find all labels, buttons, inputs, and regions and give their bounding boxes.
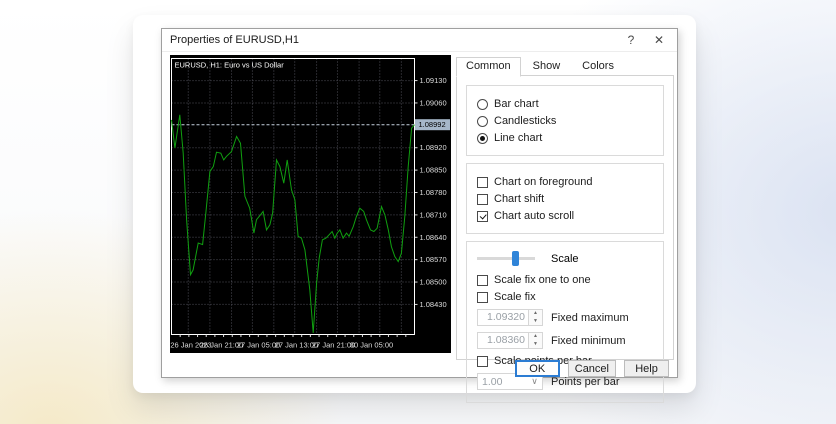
radio-icon — [477, 98, 488, 110]
spinner-buttons: ▲ ▼ — [528, 310, 542, 325]
checkbox-icon — [477, 291, 488, 303]
tab-show[interactable]: Show — [523, 57, 571, 76]
svg-text:1.08430: 1.08430 — [420, 300, 447, 309]
radio-label: Bar chart — [494, 98, 539, 110]
fixed-minimum-label: Fixed minimum — [551, 334, 626, 347]
close-icon[interactable]: ✕ — [645, 30, 673, 50]
checkbox-icon — [477, 274, 488, 286]
chart-behavior-group: Chart on foreground Chart shift Chart au… — [466, 163, 664, 234]
scale-slider-row: Scale — [477, 251, 653, 266]
fixed-minimum-value: 1.08360 — [487, 334, 525, 346]
scale-slider-label: Scale — [551, 252, 579, 265]
page-background: Properties of EURUSD,H1 ? ✕ 1.09130 1.090… — [0, 0, 836, 424]
checkbox-chart-shift[interactable]: Chart shift — [477, 193, 653, 205]
svg-text:1.09060: 1.09060 — [420, 98, 447, 107]
cancel-button[interactable]: Cancel — [567, 360, 616, 377]
fixed-maximum-value: 1.09320 — [487, 311, 525, 323]
dialog-title: Properties of EURUSD,H1 — [170, 34, 299, 46]
svg-text:30 Jan 05:00: 30 Jan 05:00 — [350, 341, 393, 350]
scale-slider[interactable] — [477, 251, 535, 266]
fixed-minimum-input[interactable]: 1.08360 ▲ ▼ — [477, 332, 543, 349]
svg-text:EURUSD, H1: Euro vs US Dollar: EURUSD, H1: Euro vs US Dollar — [175, 61, 285, 70]
fixed-maximum-row: 1.09320 ▲ ▼ Fixed maximum — [477, 309, 653, 326]
checkbox-label: Chart on foreground — [494, 176, 593, 188]
spinner-up-icon[interactable]: ▲ — [529, 310, 542, 318]
checkbox-label: Scale fix — [494, 291, 536, 303]
content-card: Properties of EURUSD,H1 ? ✕ 1.09130 1.090… — [133, 15, 696, 403]
spinner-down-icon[interactable]: ▼ — [529, 341, 542, 349]
scale-group: Scale Scale fix one to one Scale fix 1.0… — [466, 241, 664, 403]
radio-icon — [477, 132, 488, 144]
checkbox-scale-fix[interactable]: Scale fix — [477, 291, 653, 303]
checkbox-chart-on-foreground[interactable]: Chart on foreground — [477, 176, 653, 188]
fixed-minimum-row: 1.08360 ▲ ▼ Fixed minimum — [477, 332, 653, 349]
slider-thumb[interactable] — [511, 251, 519, 266]
settings-panel: Common Show Colors Bar chart Candlestick… — [456, 57, 674, 403]
svg-text:1.08780: 1.08780 — [420, 188, 447, 197]
help-button[interactable]: Help — [624, 360, 669, 377]
slider-track-bar — [477, 257, 535, 260]
dialog-footer: OK Cancel Help — [514, 360, 669, 377]
checkbox-icon — [477, 355, 488, 367]
fixed-maximum-input[interactable]: 1.09320 ▲ ▼ — [477, 309, 543, 326]
spinner-up-icon[interactable]: ▲ — [529, 333, 542, 341]
svg-text:1.08710: 1.08710 — [420, 210, 447, 219]
checkbox-label: Scale fix one to one — [494, 274, 591, 286]
checkbox-icon — [477, 176, 488, 188]
dialog-titlebar: Properties of EURUSD,H1 ? ✕ — [162, 29, 677, 52]
radio-line-chart[interactable]: Line chart — [477, 132, 653, 144]
radio-label: Candlesticks — [494, 115, 557, 127]
checkbox-label: Chart shift — [494, 193, 545, 205]
points-per-bar-value: 1.00 — [482, 375, 503, 388]
checkbox-scale-fix-one-to-one[interactable]: Scale fix one to one — [477, 274, 653, 286]
svg-text:1.09130: 1.09130 — [420, 76, 447, 85]
ok-button[interactable]: OK — [514, 360, 560, 377]
radio-icon — [477, 115, 488, 127]
tab-colors[interactable]: Colors — [572, 57, 624, 76]
checkbox-label: Chart auto scroll — [494, 210, 575, 222]
checkbox-icon — [477, 210, 488, 222]
points-per-bar-label: Points per bar — [551, 375, 620, 388]
checkbox-icon — [477, 193, 488, 205]
tab-bar: Common Show Colors — [456, 57, 674, 77]
chart-preview-panel: 1.09130 1.09060 1.08920 1.08850 1.08780 1.087… — [170, 55, 451, 353]
svg-text:27 Jan 21:00: 27 Jan 21:00 — [312, 341, 355, 350]
fixed-maximum-label: Fixed maximum — [551, 311, 629, 324]
properties-dialog: Properties of EURUSD,H1 ? ✕ 1.09130 1.090… — [161, 28, 678, 403]
svg-text:1.08850: 1.08850 — [420, 166, 447, 175]
svg-text:1.08500: 1.08500 — [420, 278, 447, 287]
radio-candlesticks[interactable]: Candlesticks — [477, 115, 653, 127]
spinner-down-icon[interactable]: ▼ — [529, 318, 542, 326]
checkbox-chart-auto-scroll[interactable]: Chart auto scroll — [477, 210, 653, 222]
svg-text:1.08920: 1.08920 — [420, 143, 447, 152]
svg-text:27 Jan 05:00: 27 Jan 05:00 — [237, 341, 280, 350]
svg-text:1.08992: 1.08992 — [419, 120, 446, 129]
radio-bar-chart[interactable]: Bar chart — [477, 98, 653, 110]
svg-text:1.08640: 1.08640 — [420, 233, 447, 242]
svg-text:1.08570: 1.08570 — [420, 255, 447, 264]
chart-type-group: Bar chart Candlesticks Line chart — [466, 85, 664, 156]
help-icon[interactable]: ? — [617, 30, 645, 50]
spinner-buttons: ▲ ▼ — [528, 333, 542, 348]
chart-canvas: 1.09130 1.09060 1.08920 1.08850 1.08780 1.087… — [170, 55, 451, 353]
radio-label: Line chart — [494, 132, 543, 144]
tab-common[interactable]: Common — [456, 57, 521, 77]
tab-page-common: Bar chart Candlesticks Line chart Chart … — [456, 75, 674, 403]
chevron-down-icon: ∨ — [531, 376, 538, 386]
